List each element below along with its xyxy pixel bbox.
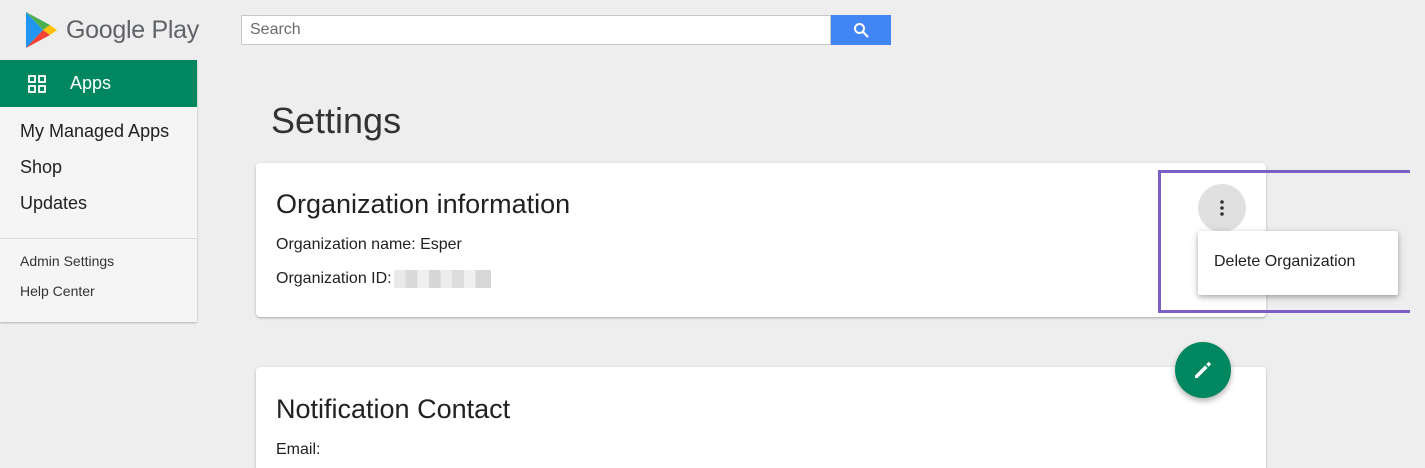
sidebar-sub-nav: Admin Settings Help Center xyxy=(0,239,197,313)
redacted-organization-id xyxy=(393,270,491,288)
search-button[interactable] xyxy=(831,15,891,45)
sidebar-nav: My Managed Apps Shop Updates xyxy=(0,107,197,227)
highlight-box xyxy=(1158,170,1414,313)
scrollbar[interactable] xyxy=(1410,60,1425,468)
sidebar-item-my-managed-apps[interactable]: My Managed Apps xyxy=(0,119,197,155)
google-play-logo[interactable]: Google Play xyxy=(24,11,199,49)
organization-info-card: Organization information Organization na… xyxy=(256,163,1266,317)
sidebar-item-admin-settings[interactable]: Admin Settings xyxy=(0,253,197,283)
sidebar-item-help-center[interactable]: Help Center xyxy=(0,283,197,313)
grid-icon xyxy=(28,74,46,93)
page-title: Settings xyxy=(271,100,402,141)
edit-fab-button[interactable] xyxy=(1175,342,1231,398)
notification-email-label: Email: xyxy=(276,441,321,458)
sidebar-tab-label: Apps xyxy=(70,73,112,93)
sidebar-item-shop[interactable]: Shop xyxy=(0,155,197,191)
notification-contact-title: Notification Contact xyxy=(276,394,511,424)
search-icon xyxy=(854,23,869,38)
header: Google Play xyxy=(0,0,1425,60)
sidebar-item-updates[interactable]: Updates xyxy=(0,191,197,227)
organization-id-label: Organization ID: xyxy=(276,270,392,287)
notification-contact-card: Notification Contact Email: xyxy=(256,367,1266,468)
search-input[interactable] xyxy=(241,15,831,45)
organization-name: Organization name: Esper xyxy=(276,236,462,253)
play-logo-icon xyxy=(26,12,57,48)
brand-name: Google Play xyxy=(66,15,199,44)
pencil-icon xyxy=(1195,362,1211,378)
sidebar-tab-apps[interactable]: Apps xyxy=(0,60,197,107)
organization-id-row: Organization ID: xyxy=(276,270,491,288)
organization-info-title: Organization information xyxy=(276,189,571,219)
sidebar: Apps My Managed Apps Shop Updates Admin … xyxy=(0,60,197,322)
